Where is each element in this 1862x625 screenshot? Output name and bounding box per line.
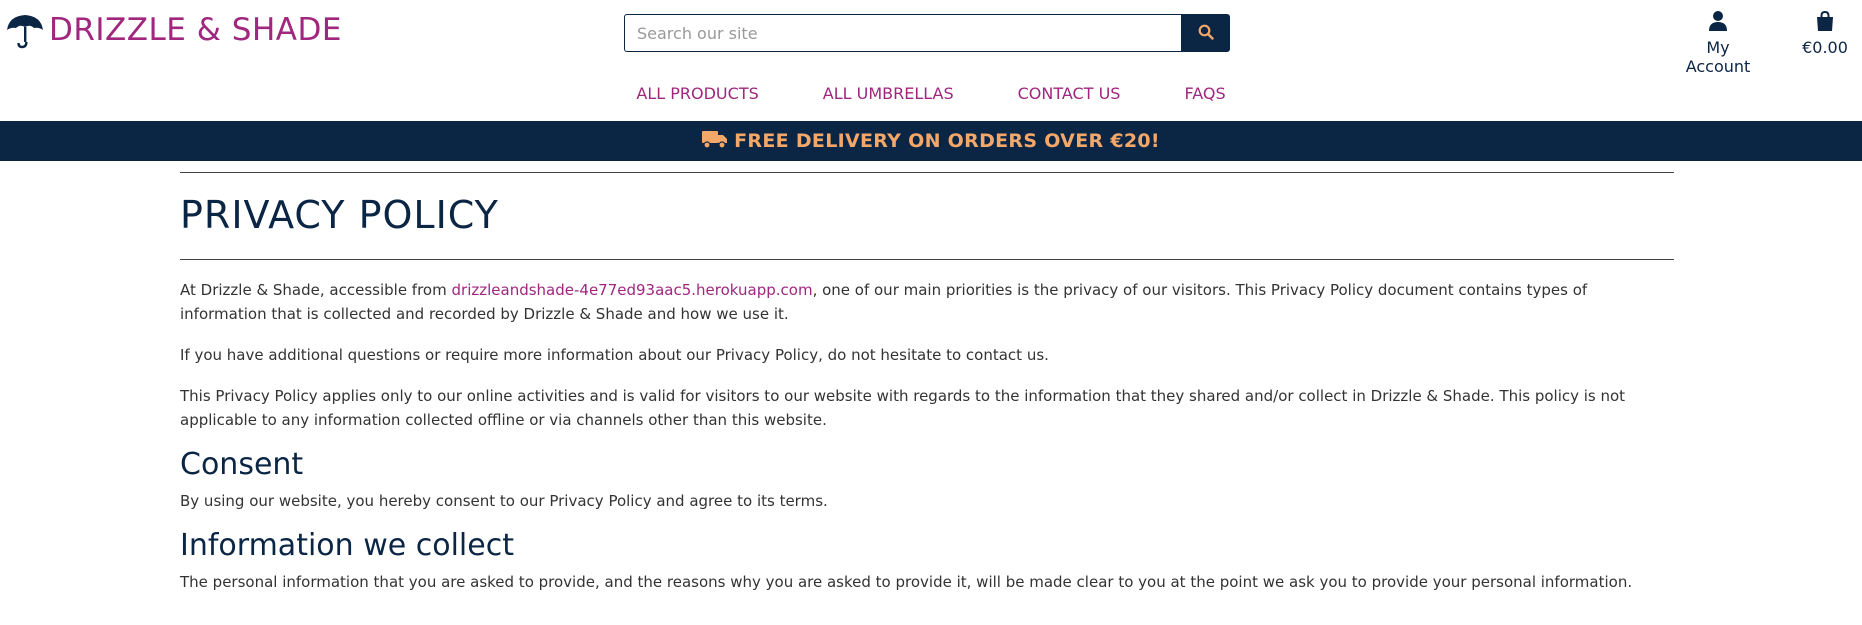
intro-paragraph: At Drizzle & Shade, accessible from driz… (180, 278, 1674, 326)
my-account-label: My Account (1685, 38, 1751, 76)
search-input[interactable] (624, 14, 1181, 52)
nav-all-umbrellas[interactable]: ALL UMBRELLAS (823, 84, 954, 103)
consent-heading: Consent (180, 447, 304, 482)
shopping-bag-icon (1800, 10, 1850, 34)
my-account-link[interactable]: My Account (1676, 10, 1760, 76)
shopping-bag-link[interactable]: €0.00 (1800, 10, 1850, 57)
divider (180, 259, 1674, 260)
site-url-link[interactable]: drizzleandshade-4e77ed93aac5.herokuapp.c… (452, 281, 813, 299)
questions-paragraph: If you have additional questions or requ… (180, 346, 1049, 364)
search-button[interactable] (1181, 14, 1230, 52)
information-paragraph: The personal information that you are as… (180, 573, 1633, 591)
nav-faqs[interactable]: FAQS (1184, 84, 1225, 103)
privacy-content: PRIVACY POLICY At Drizzle & Shade, acces… (180, 161, 1674, 594)
search-icon (1198, 24, 1214, 43)
divider (180, 172, 1674, 173)
delivery-banner: FREE DELIVERY ON ORDERS OVER €20! (0, 121, 1862, 161)
umbrella-icon (5, 10, 45, 50)
consent-paragraph: By using our website, you hereby consent… (180, 492, 828, 510)
search-form (624, 14, 1230, 52)
scope-paragraph: This Privacy Policy applies only to our … (180, 387, 1626, 429)
bag-total: €0.00 (1802, 38, 1848, 57)
nav-contact-us[interactable]: CONTACT US (1018, 84, 1121, 103)
information-heading: Information we collect (180, 528, 514, 563)
brand-name: DRIZZLE & SHADE (49, 12, 342, 48)
intro-text-start: At Drizzle & Shade, accessible from (180, 281, 452, 299)
brand-logo-link[interactable]: DRIZZLE & SHADE (5, 10, 342, 50)
truck-icon (702, 129, 728, 153)
main-nav: ALL PRODUCTS ALL UMBRELLAS CONTACT US FA… (0, 84, 1862, 103)
page-title: PRIVACY POLICY (180, 193, 499, 237)
delivery-banner-text: FREE DELIVERY ON ORDERS OVER €20! (734, 130, 1160, 152)
site-header: DRIZZLE & SHADE My Account (0, 0, 1862, 121)
nav-all-products[interactable]: ALL PRODUCTS (636, 84, 758, 103)
user-icon (1676, 10, 1760, 34)
